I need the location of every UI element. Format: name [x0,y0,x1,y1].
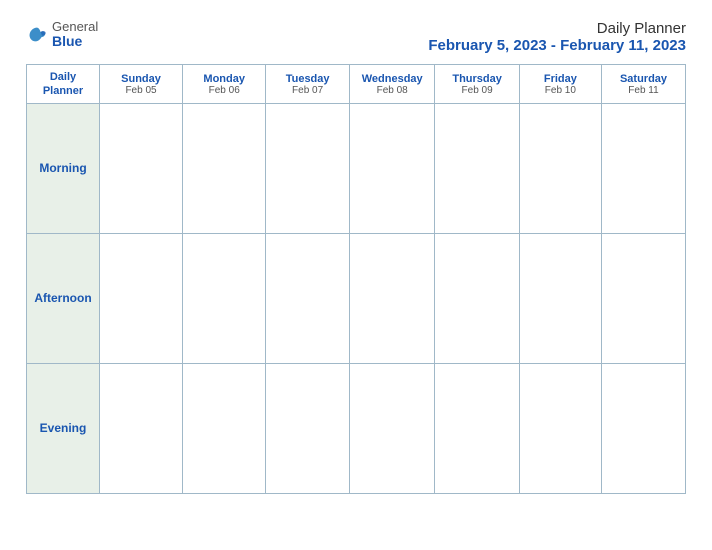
logo: General Blue [26,20,98,50]
evening-thursday[interactable] [435,363,519,493]
evening-saturday[interactable] [601,363,685,493]
morning-thursday[interactable] [435,103,519,233]
col-header-tuesday: Tuesday Feb 07 [266,65,350,104]
afternoon-label: Afternoon [27,233,100,363]
header-row: Daily Planner Sunday Feb 05 Monday Feb 0… [27,65,686,104]
morning-tuesday[interactable] [266,103,350,233]
logo-bird-icon [26,24,48,46]
col-header-thursday: Thursday Feb 09 [435,65,519,104]
afternoon-saturday[interactable] [601,233,685,363]
label-column-header: Daily Planner [27,65,100,104]
title-block: Daily Planner February 5, 2023 - Februar… [428,20,686,54]
col-header-sunday: Sunday Feb 05 [100,65,183,104]
evening-tuesday[interactable] [266,363,350,493]
afternoon-sunday[interactable] [100,233,183,363]
col-header-friday: Friday Feb 10 [519,65,601,104]
morning-row: Morning [27,103,686,233]
afternoon-thursday[interactable] [435,233,519,363]
afternoon-row: Afternoon [27,233,686,363]
afternoon-wednesday[interactable] [349,233,435,363]
planner-title: Daily Planner [428,20,686,37]
col-header-wednesday: Wednesday Feb 08 [349,65,435,104]
afternoon-tuesday[interactable] [266,233,350,363]
morning-monday[interactable] [183,103,266,233]
afternoon-friday[interactable] [519,233,601,363]
morning-friday[interactable] [519,103,601,233]
evening-monday[interactable] [183,363,266,493]
col-header-monday: Monday Feb 06 [183,65,266,104]
evening-row: Evening [27,363,686,493]
daily-planner-label: Daily Planner [43,71,83,97]
evening-label: Evening [27,363,100,493]
morning-wednesday[interactable] [349,103,435,233]
evening-wednesday[interactable] [349,363,435,493]
morning-saturday[interactable] [601,103,685,233]
planner-table: Daily Planner Sunday Feb 05 Monday Feb 0… [26,64,686,494]
page: General Blue Daily Planner February 5, 2… [11,10,701,540]
morning-sunday[interactable] [100,103,183,233]
header: General Blue Daily Planner February 5, 2… [26,20,686,54]
evening-friday[interactable] [519,363,601,493]
col-header-saturday: Saturday Feb 11 [601,65,685,104]
logo-general: General [52,20,98,34]
morning-label: Morning [27,103,100,233]
logo-blue: Blue [52,34,98,49]
evening-sunday[interactable] [100,363,183,493]
logo-text: General Blue [52,20,98,50]
planner-date-range: February 5, 2023 - February 11, 2023 [428,37,686,54]
afternoon-monday[interactable] [183,233,266,363]
